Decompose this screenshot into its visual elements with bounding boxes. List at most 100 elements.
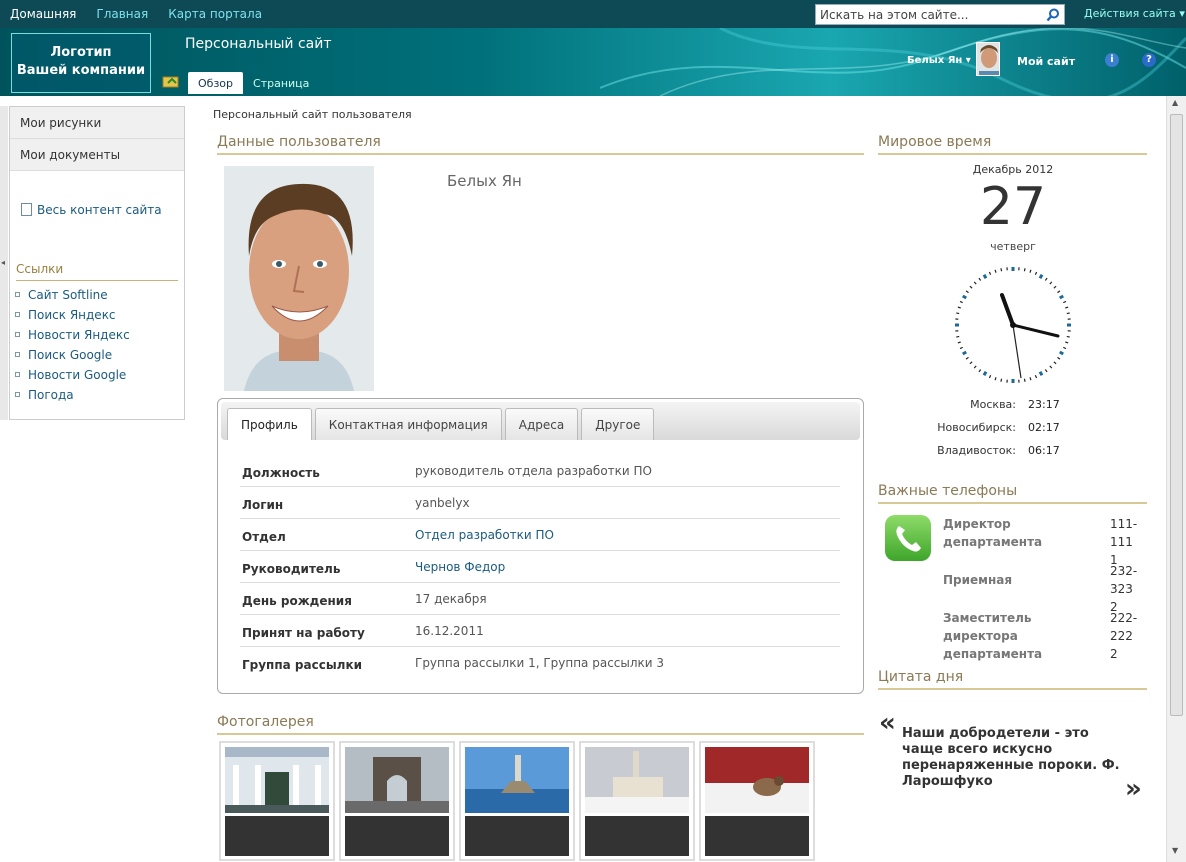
link-google-news[interactable]: Новости Google — [15, 368, 130, 388]
scroll-down-icon[interactable]: ▼ — [1172, 846, 1178, 855]
phone-number: 232-3232 — [1110, 564, 1138, 614]
top-bar: Домашняя Главная Карта портала Искать на… — [0, 0, 1186, 28]
clock-tick — [1065, 341, 1069, 344]
clock-tick — [1049, 281, 1053, 285]
gallery-photo-monument — [465, 747, 569, 813]
clock-tick — [994, 269, 997, 273]
nav-portal-map[interactable]: Карта портала — [168, 7, 262, 21]
gallery-photo-winter — [585, 747, 689, 813]
chevron-down-icon: ▾ — [1179, 7, 1185, 20]
profile-panel: Профиль Контактная информация Адреса Дру… — [217, 398, 864, 694]
site-actions-menu[interactable]: Действия сайта ▾ — [1084, 7, 1185, 20]
clock-tick — [1066, 335, 1070, 338]
scrollbar-thumb[interactable] — [1170, 114, 1183, 716]
bullet-icon — [15, 392, 20, 397]
avatar-face — [977, 43, 999, 75]
tab-overview[interactable]: Обзор — [188, 72, 244, 94]
nav-my-pictures[interactable]: Мои рисунки — [10, 107, 184, 139]
clock-tick — [956, 312, 960, 315]
user-data-heading: Данные пользователя — [217, 134, 864, 155]
gallery-item[interactable] — [579, 741, 695, 861]
clock-tick — [957, 341, 961, 344]
scroll-up-icon[interactable]: ▲ — [1172, 98, 1178, 107]
link-softline[interactable]: Сайт Softline — [15, 288, 130, 308]
clock-tick — [982, 274, 988, 279]
world-time-heading: Мировое время — [878, 134, 1147, 155]
logo-line2: Вашей компании — [16, 63, 146, 78]
field-label: Отдел — [242, 529, 286, 544]
link-label: Новости Яндекс — [28, 328, 130, 342]
table-row: Должность руководитель отдела разработки … — [240, 455, 840, 487]
gallery-item[interactable] — [339, 741, 455, 861]
gallery-photo-bird — [705, 747, 809, 813]
clock-tick — [1023, 378, 1026, 382]
user-full-name: Белых Ян — [447, 172, 522, 190]
nav-home[interactable]: Домашняя — [10, 7, 76, 21]
all-content-label: Весь контент сайта — [37, 203, 162, 217]
quote-heading: Цитата дня — [878, 669, 1147, 690]
table-row: Отдел Отдел разработки ПО — [240, 519, 840, 551]
clock-tick — [1023, 268, 1026, 272]
manager-link[interactable]: Чернов Федор — [407, 560, 840, 574]
clock-tick — [965, 356, 969, 360]
quote-next-button[interactable]: » — [1125, 774, 1142, 804]
tab-other[interactable]: Другое — [581, 408, 655, 440]
tab-profile[interactable]: Профиль — [227, 408, 312, 440]
vertical-scrollbar[interactable]: ▲ ▼ — [1166, 96, 1186, 862]
help-icon[interactable]: ? — [1142, 53, 1156, 67]
user-menu[interactable]: Белых Ян ▾ — [907, 55, 971, 66]
bullet-icon — [15, 352, 20, 357]
chevron-down-icon: ▾ — [965, 55, 971, 66]
tab-contacts[interactable]: Контактная информация — [314, 408, 502, 440]
clock-tick — [988, 375, 992, 379]
field-value: Группа рассылки 1, Группа рассылки 3 — [415, 656, 665, 670]
link-yandex-news[interactable]: Новости Яндекс — [15, 328, 130, 348]
link-yandex-search[interactable]: Поиск Яндекс — [15, 308, 130, 328]
user-name: Белых Ян — [907, 55, 963, 66]
nav-my-documents[interactable]: Мои документы — [10, 139, 184, 171]
site-banner: Логотип Вашей компании Персональный сайт… — [0, 28, 1186, 96]
nav-main[interactable]: Главная — [96, 7, 148, 21]
city-name: Новосибирск: — [937, 421, 1016, 434]
tab-page[interactable]: Страница — [243, 72, 319, 94]
clock-tick — [962, 350, 967, 356]
gallery-caption-bar — [225, 816, 329, 856]
gallery-item[interactable] — [699, 741, 815, 861]
clock-tick — [1000, 268, 1003, 272]
clock-tick — [1057, 356, 1061, 360]
search-placeholder: Искать на этом сайте... — [820, 8, 969, 22]
avatar[interactable] — [976, 42, 1000, 76]
field-label: Руководитель — [242, 561, 341, 576]
quote-prev-button[interactable]: « — [879, 708, 896, 738]
clock-tick — [1034, 271, 1038, 275]
gallery-item[interactable] — [459, 741, 575, 861]
all-site-content-link[interactable]: Весь контент сайта — [21, 203, 162, 217]
links-list: Сайт Softline Поиск Яндекс Новости Яндек… — [15, 288, 130, 408]
bullet-icon — [15, 312, 20, 317]
info-icon[interactable]: i — [1105, 53, 1119, 67]
gallery-heading: Фотогалерея — [217, 714, 864, 735]
search-input[interactable]: Искать на этом сайте... — [815, 4, 1065, 25]
city-time: 23:17 — [1028, 398, 1060, 411]
my-site-link[interactable]: Мой сайт — [1017, 55, 1075, 68]
company-logo[interactable]: Логотип Вашей компании — [11, 33, 151, 93]
clock-tick — [956, 335, 960, 338]
user-portrait — [224, 166, 374, 391]
gallery-item[interactable] — [219, 741, 335, 861]
link-weather[interactable]: Погода — [15, 388, 130, 408]
breadcrumb: Персональный сайт пользователя — [213, 108, 412, 121]
document-icon — [21, 203, 32, 216]
clock-tick — [1029, 377, 1032, 381]
phones-heading: Важные телефоны — [878, 483, 1147, 504]
clock-tick — [969, 361, 973, 365]
list-item: Москва: 23:17 — [930, 398, 1060, 421]
folder-up-icon[interactable] — [162, 74, 180, 88]
photo-gallery — [219, 741, 815, 861]
department-link[interactable]: Отдел разработки ПО — [407, 528, 840, 542]
nav-collapse-handle[interactable]: ◂ — [0, 106, 8, 420]
clock-tick — [994, 377, 997, 381]
link-google-search[interactable]: Поиск Google — [15, 348, 130, 368]
tab-addresses[interactable]: Адреса — [504, 408, 579, 440]
search-icon[interactable] — [1046, 8, 1060, 22]
phone-contact-name: Директор департамента — [943, 517, 1043, 549]
